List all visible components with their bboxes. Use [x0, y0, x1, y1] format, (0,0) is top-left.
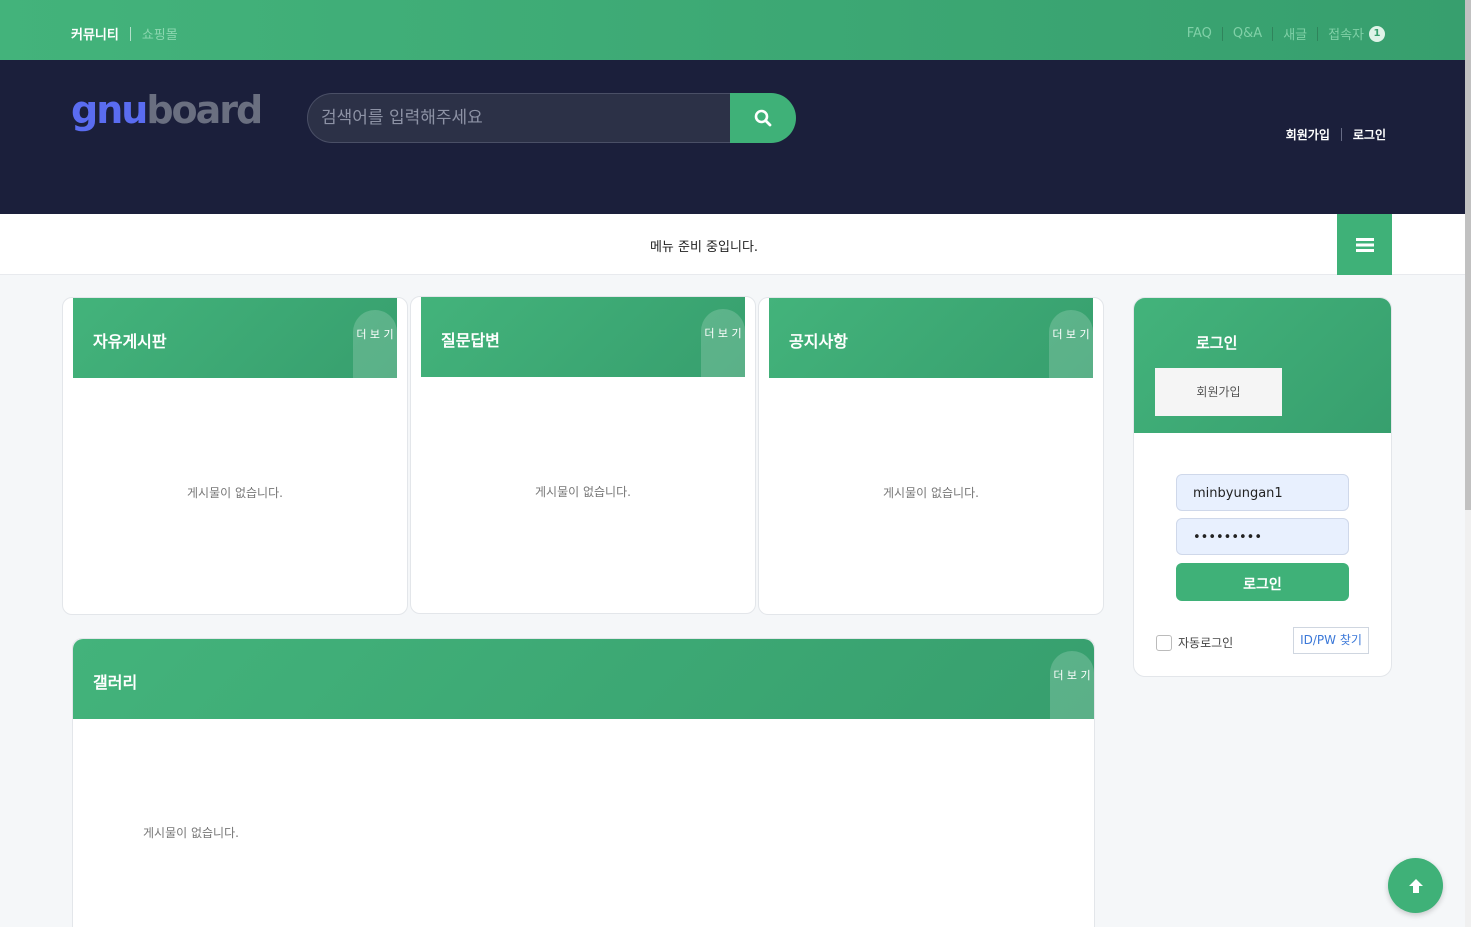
gallery-card-header: 갤러리 더 보 기: [73, 639, 1094, 719]
auto-login[interactable]: 자동로그인: [1156, 634, 1233, 651]
login-box-header: 로그인 회원가입: [1134, 298, 1391, 433]
empty-message: 게시물이 없습니다.: [187, 486, 283, 500]
site-header: gnuboard 회원가입 로그인: [0, 60, 1465, 214]
login-link[interactable]: 로그인: [1353, 126, 1386, 143]
scroll-top-button[interactable]: [1388, 858, 1443, 913]
new-posts-link[interactable]: 새글: [1283, 24, 1307, 43]
auto-login-label: 자동로그인: [1178, 636, 1234, 650]
search-button[interactable]: [730, 93, 796, 143]
board-title[interactable]: 자유게시판: [93, 328, 167, 352]
site-logo[interactable]: gnuboard: [71, 88, 263, 132]
board-card-free: 자유게시판 더 보 기 게시물이 없습니다.: [62, 297, 408, 615]
shop-link[interactable]: 쇼핑몰: [142, 24, 178, 43]
login-submit-button[interactable]: 로그인: [1176, 563, 1349, 601]
gallery-title[interactable]: 갤러리: [93, 669, 137, 693]
gallery-card: 갤러리 더 보 기 게시물이 없습니다.: [72, 638, 1095, 927]
logo-part-board: board: [146, 88, 263, 132]
search-icon: [754, 109, 772, 127]
username-field[interactable]: minbyungan1: [1176, 474, 1349, 511]
header-links: 회원가입 로그인: [1286, 126, 1386, 143]
page-scrollbar[interactable]: [1465, 0, 1471, 927]
nav-message: 메뉴 준비 중입니다.: [649, 240, 759, 255]
logo-part-gnu: gnu: [71, 88, 148, 132]
more-button[interactable]: 더 보 기: [701, 309, 745, 377]
login-box: 로그인 회원가입 minbyungan1 ••••••••• 로그인 자동로그인…: [1133, 297, 1392, 677]
arrow-up-icon: [1408, 878, 1423, 893]
top-bar-right: FAQ Q&A 새글 접속자 1: [1187, 24, 1385, 43]
main-nav: 메뉴 준비 중입니다.: [0, 214, 1465, 275]
board-title[interactable]: 질문답변: [441, 327, 500, 351]
join-button[interactable]: 회원가입: [1155, 368, 1282, 416]
login-title: 로그인: [1196, 334, 1238, 352]
join-link[interactable]: 회원가입: [1286, 126, 1330, 143]
empty-message: 게시물이 없습니다.: [535, 485, 631, 499]
empty-message: 게시물이 없습니다.: [883, 486, 979, 500]
divider: [1272, 26, 1274, 41]
menu-button[interactable]: [1337, 214, 1392, 275]
top-bar: 커뮤니티 쇼핑몰 FAQ Q&A 새글 접속자 1: [0, 0, 1465, 60]
divider: [129, 26, 131, 41]
search-bar: [307, 93, 796, 143]
search-input[interactable]: [307, 93, 730, 143]
more-button[interactable]: 더 보 기: [1049, 310, 1093, 378]
board-card-header: 질문답변 더 보 기: [421, 297, 745, 377]
divider: [1317, 26, 1319, 41]
community-link[interactable]: 커뮤니티: [71, 24, 119, 43]
find-id-pw-button[interactable]: ID/PW 찾기: [1293, 627, 1369, 654]
password-field[interactable]: •••••••••: [1176, 518, 1349, 555]
board-card-qa: 질문답변 더 보 기 게시물이 없습니다.: [410, 296, 756, 614]
board-card-header: 공지사항 더 보 기: [769, 298, 1093, 378]
scrollbar-thumb[interactable]: [1465, 0, 1471, 510]
board-card-notice: 공지사항 더 보 기 게시물이 없습니다.: [758, 297, 1104, 615]
hamburger-icon: [1355, 237, 1374, 252]
empty-message: 게시물이 없습니다.: [143, 826, 239, 840]
divider: [1340, 128, 1342, 141]
more-button[interactable]: 더 보 기: [353, 310, 397, 378]
top-bar-left: 커뮤니티 쇼핑몰: [71, 24, 178, 43]
visitors-link[interactable]: 접속자: [1328, 24, 1364, 43]
qa-link[interactable]: Q&A: [1233, 26, 1262, 41]
auto-login-checkbox[interactable]: [1156, 634, 1172, 651]
board-title[interactable]: 공지사항: [789, 328, 848, 352]
faq-link[interactable]: FAQ: [1187, 26, 1212, 41]
visitor-count-badge: 1: [1369, 25, 1385, 42]
board-card-header: 자유게시판 더 보 기: [73, 298, 397, 378]
divider: [1221, 26, 1223, 41]
more-button[interactable]: 더 보 기: [1050, 651, 1094, 719]
